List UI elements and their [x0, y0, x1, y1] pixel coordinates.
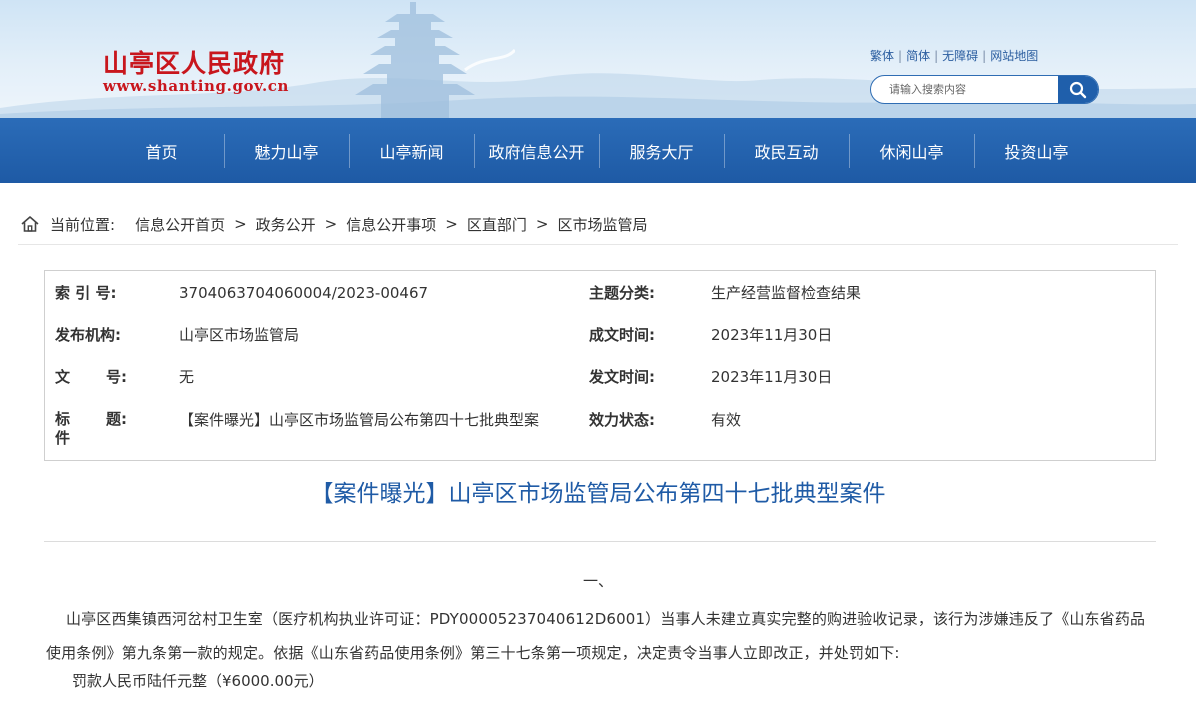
created-date-label: 成文时间:: [589, 326, 655, 344]
breadcrumb-separator: >: [445, 215, 458, 233]
search-button[interactable]: [1058, 76, 1098, 103]
link-separator: |: [982, 49, 987, 63]
penalty-line: 罚款人民币陆仟元整（¥6000.00元）: [72, 672, 324, 690]
nav-item-charm[interactable]: 魅力山亭: [224, 118, 349, 183]
pagoda-icon: [355, 2, 515, 118]
breadcrumb-info-items[interactable]: 信息公开事项: [346, 214, 436, 235]
link-separator: |: [934, 49, 939, 63]
nav-item-home[interactable]: 首页: [99, 118, 224, 183]
publisher-label: 发布机构:: [55, 326, 121, 344]
site-header: 山亭区人民政府 www.shanting.gov.cn 繁体 | 简体 | 无障碍 | 网站…: [0, 0, 1196, 118]
breadcrumb-gov-affairs[interactable]: 政务公开: [256, 214, 316, 235]
search-icon: [1069, 81, 1087, 98]
breadcrumb-separator: >: [324, 215, 338, 233]
index-number-label: 索 引 号:: [55, 284, 117, 302]
nav-item-leisure[interactable]: 休闲山亭: [849, 118, 974, 183]
nav-item-services[interactable]: 服务大厅: [599, 118, 724, 183]
site-logo-title[interactable]: 山亭区人民政府: [103, 49, 285, 79]
topic-value: 生产经营监督检查结果: [711, 284, 862, 302]
title-value: 【案件曝光】山亭区市场监管局公布第四十七批典型案: [179, 411, 540, 429]
home-icon: [21, 216, 39, 232]
article-title: 【案件曝光】山亭区市场监管局公布第四十七批典型案件: [310, 481, 886, 507]
search-input[interactable]: [871, 76, 1061, 103]
document-meta-table: 索 引 号: 3704063704060004/2023-00467 主题分类:…: [44, 270, 1156, 461]
doc-number-label-a: 文: [55, 368, 71, 386]
status-value: 有效: [711, 411, 742, 429]
created-date-value: 2023年11月30日: [711, 326, 833, 344]
breadcrumb-divider: [18, 244, 1178, 245]
title-label-b: 题:: [106, 410, 127, 428]
breadcrumb-separator: >: [535, 215, 549, 233]
issued-date-value: 2023年11月30日: [711, 368, 833, 386]
issued-date-label: 发文时间:: [589, 368, 655, 386]
nav-item-gov-info[interactable]: 政府信息公开: [474, 118, 599, 183]
link-separator: |: [898, 49, 903, 63]
breadcrumb-info-home[interactable]: 信息公开首页: [135, 214, 225, 235]
title-label-a: 标: [55, 410, 71, 428]
section-number: 一、: [582, 572, 613, 590]
breadcrumb-label: 当前位置:: [50, 215, 116, 234]
simplified-chinese-link[interactable]: 简体: [906, 49, 930, 63]
breadcrumb-market-bureau[interactable]: 区市场监管局: [557, 214, 647, 235]
title-label-c: 件: [55, 429, 71, 447]
title-label: 标 题: 件: [55, 410, 145, 448]
nav-item-news[interactable]: 山亭新闻: [349, 118, 474, 183]
breadcrumb-separator: >: [234, 215, 247, 233]
breadcrumb: 当前位置: 信息公开首页 > 政务公开 > 信息公开事项 > 区直部门 > 区市…: [20, 213, 647, 235]
accessibility-link[interactable]: 无障碍: [942, 49, 978, 63]
nav-item-investment[interactable]: 投资山亭: [974, 118, 1099, 183]
nav-item-interaction[interactable]: 政民互动: [724, 118, 849, 183]
article-title-divider: [44, 541, 1156, 542]
sitemap-link[interactable]: 网站地图: [990, 49, 1038, 63]
article-paragraph: 山亭区西集镇西河岔村卫生室（医疗机构执业许可证：PDY0000523704061…: [46, 610, 1146, 662]
search-box: [870, 75, 1099, 104]
main-nav: 首页 魅力山亭 山亭新闻 政府信息公开 服务大厅 政民互动 休闲山亭 投资山亭: [0, 118, 1196, 183]
traditional-chinese-link[interactable]: 繁体: [870, 49, 894, 63]
publisher-value: 山亭区市场监管局: [179, 326, 300, 344]
index-number-value: 3704063704060004/2023-00467: [179, 284, 429, 302]
top-utility-links: 繁体 | 简体 | 无障碍 | 网站地图: [870, 48, 1038, 64]
topic-label: 主题分类:: [589, 284, 655, 302]
doc-number-value: 无: [179, 368, 195, 386]
status-label: 效力状态:: [589, 411, 655, 429]
breadcrumb-departments[interactable]: 区直部门: [467, 214, 527, 235]
site-logo-url[interactable]: www.shanting.gov.cn: [103, 77, 289, 95]
doc-number-label-b: 号:: [106, 368, 127, 386]
